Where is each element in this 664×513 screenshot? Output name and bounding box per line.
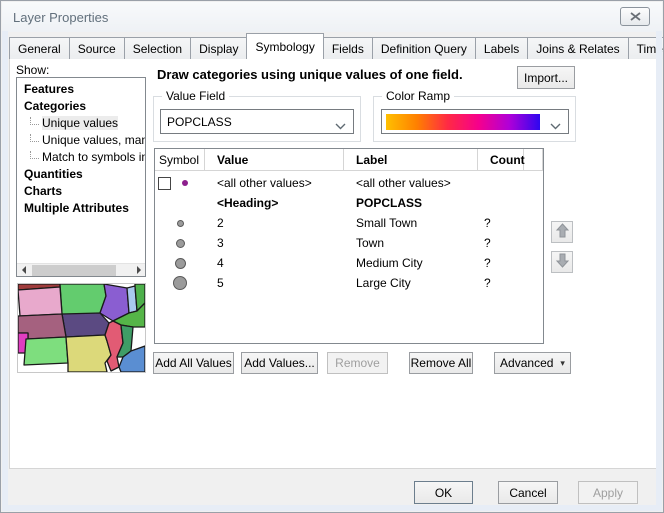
unique-values-table: Symbol Value Label Count <all other valu… <box>154 148 544 344</box>
scroll-left-icon[interactable] <box>17 264 30 276</box>
tab-time[interactable]: Time <box>628 37 664 59</box>
tab-display[interactable]: Display <box>190 37 247 59</box>
cell-count: ? <box>478 253 524 273</box>
advanced-button-label: Advanced <box>500 356 553 370</box>
tree-item-multiple-attributes[interactable]: Multiple Attributes <box>17 200 145 217</box>
tab-fields[interactable]: Fields <box>323 37 373 59</box>
tab-source[interactable]: Source <box>69 37 125 59</box>
horizontal-scrollbar[interactable] <box>17 263 145 276</box>
remove-all-button[interactable]: Remove All <box>409 352 473 374</box>
map-preview <box>17 283 146 373</box>
table-row[interactable]: 3 Town ? <box>155 233 543 253</box>
tree-item-quantities[interactable]: Quantities <box>17 166 145 183</box>
cell-label: <all other values> <box>344 173 478 193</box>
cell-count: ? <box>478 213 524 233</box>
column-header-label: Label <box>344 149 478 170</box>
cell-value: 4 <box>205 253 344 273</box>
value-field-selected: POPCLASS <box>167 115 232 129</box>
scroll-right-icon[interactable] <box>132 264 145 276</box>
tab-joins-relates[interactable]: Joins & Relates <box>527 37 628 59</box>
tree-item-match-to-symbols[interactable]: Match to symbols in a <box>17 149 145 166</box>
apply-button[interactable]: Apply <box>578 481 638 504</box>
value-field-label: Value Field <box>162 89 229 103</box>
tab-definition-query[interactable]: Definition Query <box>372 37 476 59</box>
category-symbol[interactable] <box>175 258 186 269</box>
window-title: Layer Properties <box>13 10 108 25</box>
tree-branch-line <box>30 117 39 125</box>
column-header-symbol: Symbol <box>155 149 205 170</box>
category-symbol[interactable] <box>177 220 184 227</box>
value-field-group: Value Field POPCLASS <box>153 96 361 142</box>
dropdown-arrow-icon: ▾ <box>560 358 565 369</box>
layer-properties-dialog: Layer Properties General Source Selectio… <box>0 0 664 513</box>
tab-labels[interactable]: Labels <box>475 37 528 59</box>
tab-general[interactable]: General <box>9 37 70 59</box>
import-button[interactable]: Import... <box>517 66 575 89</box>
show-label: Show: <box>16 63 49 77</box>
symbology-type-list: Features Categories Unique values Unique… <box>16 77 146 277</box>
chevron-down-icon <box>550 119 561 133</box>
table-row[interactable]: 4 Medium City ? <box>155 253 543 273</box>
arrow-down-icon <box>555 253 570 271</box>
arrow-up-icon <box>555 223 570 241</box>
table-row[interactable]: 5 Large City ? <box>155 273 543 293</box>
ok-button[interactable]: OK <box>414 481 473 504</box>
cell-count: ? <box>478 273 524 293</box>
table-row[interactable]: 2 Small Town ? <box>155 213 543 233</box>
cell-count: ? <box>478 233 524 253</box>
value-field-dropdown[interactable]: POPCLASS <box>160 109 354 134</box>
table-row[interactable]: <all other values> <all other values> <box>155 173 543 193</box>
column-header-count: Count <box>478 149 524 170</box>
cell-label: Town <box>344 233 478 253</box>
cell-value: <all other values> <box>205 173 344 193</box>
advanced-button[interactable]: Advanced ▾ <box>494 352 571 374</box>
add-all-values-button[interactable]: Add All Values <box>153 352 234 374</box>
scrollbar-thumb[interactable] <box>32 265 116 276</box>
cell-count <box>478 173 524 193</box>
color-ramp-gradient <box>386 114 540 130</box>
all-other-values-symbol[interactable] <box>182 180 188 186</box>
draw-method-description: Draw categories using unique values of o… <box>157 67 463 82</box>
move-down-button[interactable] <box>551 251 573 273</box>
cell-count <box>478 193 524 213</box>
close-icon <box>630 10 641 24</box>
cell-label: Large City <box>344 273 478 293</box>
color-ramp-dropdown[interactable] <box>381 109 569 134</box>
category-symbol[interactable] <box>173 276 187 290</box>
column-header-value: Value <box>205 149 344 170</box>
table-row[interactable]: <Heading> POPCLASS <box>155 193 543 213</box>
tree-branch-line <box>30 151 39 159</box>
color-ramp-label: Color Ramp <box>382 89 454 103</box>
tree-item-features[interactable]: Features <box>17 81 145 98</box>
cell-value: 5 <box>205 273 344 293</box>
cancel-button[interactable]: Cancel <box>498 481 558 504</box>
tree-branch-line <box>30 134 39 142</box>
tree-item-categories[interactable]: Categories <box>17 98 145 115</box>
tab-selection[interactable]: Selection <box>124 37 191 59</box>
cell-label: Small Town <box>344 213 478 233</box>
all-other-values-checkbox[interactable] <box>158 177 171 190</box>
category-symbol[interactable] <box>176 239 185 248</box>
remove-button[interactable]: Remove <box>327 352 388 374</box>
tab-symbology[interactable]: Symbology <box>246 33 323 59</box>
cell-label: POPCLASS <box>344 193 478 213</box>
chevron-down-icon <box>335 119 346 133</box>
cell-value: <Heading> <box>205 193 344 213</box>
column-header-spacer <box>524 149 543 170</box>
add-values-button[interactable]: Add Values... <box>241 352 318 374</box>
move-up-button[interactable] <box>551 221 573 243</box>
tab-strip: General Source Selection Display Symbolo… <box>9 36 664 59</box>
symbology-type-tree: Features Categories Unique values Unique… <box>17 78 145 217</box>
tree-item-unique-values[interactable]: Unique values <box>17 115 145 132</box>
symbology-tab-page: Show: Features Categories Unique values … <box>9 58 657 469</box>
table-header: Symbol Value Label Count <box>155 149 543 171</box>
tree-item-unique-values-many[interactable]: Unique values, many <box>17 132 145 149</box>
color-ramp-group: Color Ramp <box>373 96 576 142</box>
tree-item-charts[interactable]: Charts <box>17 183 145 200</box>
close-button[interactable] <box>620 7 650 26</box>
cell-label: Medium City <box>344 253 478 273</box>
cell-value: 3 <box>205 233 344 253</box>
cell-value: 2 <box>205 213 344 233</box>
title-bar: Layer Properties <box>2 2 662 32</box>
